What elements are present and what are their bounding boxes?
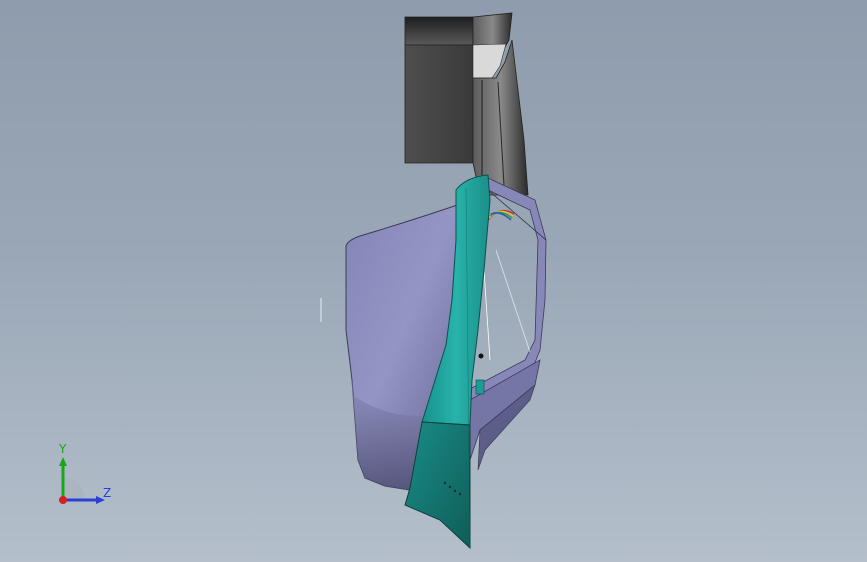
triad-y-label: Y (59, 442, 67, 456)
graphics-viewport[interactable]: Y Z (0, 0, 867, 562)
upper-block-part[interactable] (404, 12, 529, 196)
colored-detail-part (487, 209, 515, 221)
3d-model-view[interactable] (0, 0, 867, 562)
triad-z-label: Z (103, 486, 112, 500)
